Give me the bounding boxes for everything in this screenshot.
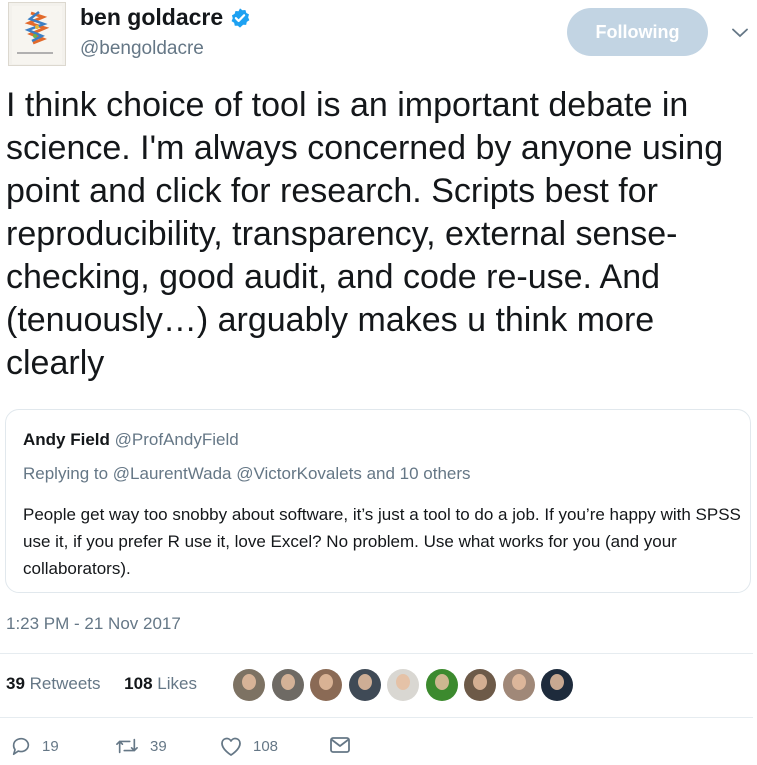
quoted-reply-context: Replying to @LaurentWada @VictorKovalets… [23, 464, 471, 484]
retweet-count: 39 [150, 737, 167, 755]
reply-mention-link[interactable]: @LaurentWada [113, 464, 232, 483]
retweets-stat[interactable]: 39 Retweets [6, 674, 105, 693]
likes-count: 108 [124, 674, 153, 693]
liker-avatar[interactable] [541, 669, 573, 701]
divider [0, 653, 753, 654]
likes-stat[interactable]: 108 Likes [124, 674, 197, 693]
liker-avatar[interactable] [271, 669, 304, 701]
liker-avatar[interactable] [310, 669, 342, 701]
reply-count: 19 [42, 737, 59, 755]
engagement-stats: 39 Retweets 108 Likes [6, 674, 197, 694]
liker-avatar[interactable] [425, 669, 458, 701]
chevron-down-icon[interactable] [732, 25, 748, 43]
quoted-author-handle: @ProfAndyField [114, 430, 239, 449]
retweet-icon [114, 735, 140, 757]
tweet-actions: 19 39 108 [0, 735, 757, 763]
direct-message-button[interactable] [329, 735, 351, 755]
reply-prefix: Replying to [23, 464, 109, 483]
liker-avatar[interactable] [464, 669, 496, 701]
user-name-label: ben goldacre [80, 4, 224, 30]
envelope-icon [329, 735, 351, 755]
quoted-tweet-text: People get way too snobby about software… [23, 505, 741, 578]
tweet-timestamp[interactable]: 1:23 PM - 21 Nov 2017 [6, 614, 181, 634]
retweets-count: 39 [6, 674, 25, 693]
likes-label: Likes [157, 674, 197, 693]
quoted-author-name: Andy Field [23, 430, 110, 449]
user-name[interactable]: ben goldacre [80, 4, 251, 31]
like-count: 108 [253, 737, 279, 755]
like-button[interactable]: 108 [219, 735, 278, 757]
verified-badge-icon [229, 7, 251, 29]
user-handle[interactable]: @bengoldacre [80, 38, 204, 60]
liker-avatar[interactable] [387, 669, 419, 701]
retweet-button[interactable]: 39 [114, 735, 167, 757]
quoted-author: Andy Field @ProfAndyField [23, 430, 239, 450]
divider [0, 717, 753, 718]
liker-avatar[interactable] [233, 669, 265, 701]
liker-avatar[interactable] [348, 669, 381, 701]
liker-avatars [233, 669, 580, 701]
heart-icon [219, 735, 243, 757]
reply-mention-link[interactable]: @VictorKovalets [236, 464, 362, 483]
reply-button[interactable]: 19 [10, 735, 59, 757]
following-button[interactable]: Following [567, 8, 708, 56]
liker-avatar[interactable] [502, 669, 535, 701]
reply-icon [10, 735, 32, 757]
tweet-text: I think choice of tool is an important d… [6, 86, 724, 382]
retweets-label: Retweets [29, 674, 101, 693]
avatar[interactable] [8, 2, 66, 66]
quoted-tweet[interactable]: Andy Field @ProfAndyField Replying to @L… [5, 409, 751, 593]
reply-others-link[interactable]: and 10 others [367, 464, 471, 483]
